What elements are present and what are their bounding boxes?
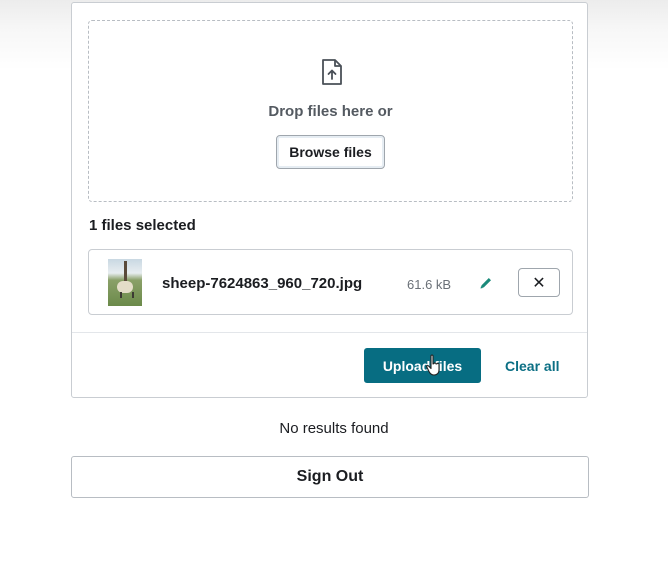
drop-prompt: Drop files here or: [268, 103, 393, 120]
drop-zone[interactable]: Drop files here or Browse files: [88, 20, 573, 202]
clear-all-link[interactable]: Clear all: [505, 358, 559, 374]
file-name: sheep-7624863_960_720.jpg: [162, 275, 363, 292]
files-selected-count: 1 files selected: [89, 217, 196, 234]
close-icon: ✕: [532, 274, 546, 292]
browse-files-button[interactable]: Browse files: [276, 135, 385, 169]
file-list-item: sheep-7624863_960_720.jpg 61.6 kB ✕: [88, 249, 573, 315]
file-upload-icon: [322, 59, 342, 85]
upload-files-button[interactable]: Upload files: [364, 348, 481, 383]
remove-file-button[interactable]: ✕: [518, 268, 560, 297]
divider: [72, 332, 587, 333]
sign-out-button[interactable]: Sign Out: [71, 456, 589, 498]
file-uploader: Drop files here or Browse files 1 files …: [71, 2, 588, 398]
file-size: 61.6 kB: [407, 277, 452, 292]
sheep-photo-thumbnail: [108, 259, 142, 306]
pencil-icon[interactable]: [479, 276, 493, 290]
no-results-message: No results found: [279, 420, 389, 437]
